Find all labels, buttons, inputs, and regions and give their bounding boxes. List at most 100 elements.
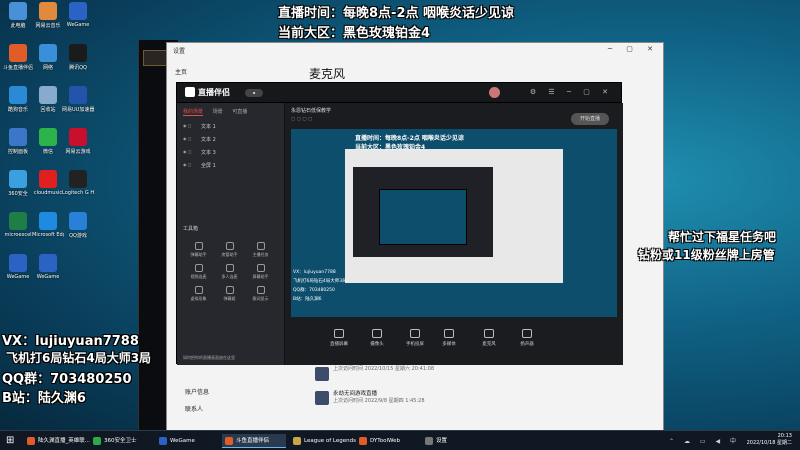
overlay-top-line2: 当前大区：黑色玫瑰铂金4: [278, 26, 431, 41]
app-icon: [69, 128, 87, 146]
taskbar-item[interactable]: 360安全卫士: [90, 434, 152, 448]
desktop-icon-label: 此电脑: [10, 23, 26, 29]
tool-button[interactable]: 主播任务: [245, 239, 276, 261]
tool-label: 房管助手: [221, 252, 238, 257]
desktop-icon-label: 网易UU加速器: [62, 107, 94, 113]
nav-account[interactable]: 账户信息: [167, 383, 227, 400]
windows-start-icon[interactable]: ⊞: [6, 435, 14, 446]
taskbar-item[interactable]: WeGame: [156, 434, 218, 448]
desktop-icon[interactable]: 此电脑: [2, 2, 34, 29]
list-item[interactable]: 上次访问时间 2022/10/15 星期六 20:41:08: [315, 365, 615, 389]
control-label: 手机投屏: [406, 342, 424, 347]
window-buttons[interactable]: ─ ▢ ✕: [608, 45, 659, 53]
desktop-icon[interactable]: Microsoft Edge: [32, 212, 64, 238]
preview-nested-preview: [379, 189, 467, 245]
desktop-icon[interactable]: cloudmusic: [32, 170, 64, 196]
titlebar-icons[interactable]: ⚙ ☰ ─ ▢ ✕: [530, 88, 613, 96]
control-button[interactable]: 麦克风: [475, 329, 503, 347]
desktop-icon-label: 控制面板: [7, 149, 28, 155]
control-icon: [410, 329, 420, 338]
tool-button[interactable]: 歌词显示: [245, 283, 276, 305]
tool-button[interactable]: 视频连麦: [183, 261, 214, 283]
tool-label: 弹幕助手: [190, 252, 207, 257]
desktop-icon-label: WeGame: [66, 22, 90, 28]
stream-preview[interactable]: 直播时间：每晚8点-2点 咽喉炎话少见谅 当前大区：黑色玫瑰铂金4 VX：luj…: [291, 129, 617, 317]
tool-button[interactable]: 弹幕姬: [214, 283, 245, 305]
overlay-right-line2: 钻粉或11级粉丝牌上房管: [638, 248, 775, 262]
control-label: 多媒体: [442, 342, 456, 347]
scene-item[interactable]: 全屏 1: [177, 159, 284, 172]
tool-icon: [225, 286, 234, 294]
desktop-icon[interactable]: 网络: [32, 44, 64, 71]
desktop-icon[interactable]: WeGame: [32, 254, 64, 280]
toolbox-grid: 弹幕助手 房管助手 主播任务视频连麦 多人连麦 屏幕助手虚拟形象 弹幕姬 歌词显示: [183, 239, 279, 305]
scene-panel: 我的场景 场景 可直播 文本 1 文本 2 文本 3 全屏 1 工具箱 弹幕助手…: [177, 103, 285, 365]
desktop-icon[interactable]: 酷狗音乐: [2, 86, 34, 113]
taskbar-item[interactable]: 陆久渊直播_英雄联...: [24, 434, 90, 448]
desktop-icon-label: Microsoft Edge: [32, 232, 64, 238]
tool-button[interactable]: 屏幕助手: [245, 261, 276, 283]
desktop-icon[interactable]: Logitech G HUB: [62, 170, 94, 196]
control-button[interactable]: 多媒体: [435, 329, 463, 347]
desktop-icon[interactable]: QQ游戏: [62, 212, 94, 239]
clock[interactable]: 20:13 2022/10/18 星期二: [747, 433, 792, 447]
desktop-icons: 此电脑 网易云音乐 WeGame 斗鱼直播伴侣 网络 腾讯QQ 酷狗音乐 回收站 网易UU加速器…: [0, 0, 100, 330]
desktop-icon-label: 网络: [42, 65, 53, 71]
desktop-icon[interactable]: 网易云游戏: [62, 128, 94, 155]
nav-contacts[interactable]: 联系人: [167, 400, 227, 417]
desktop-icon[interactable]: 腾讯QQ: [62, 44, 94, 71]
app-icon: [39, 212, 57, 230]
nav-home[interactable]: 主页: [167, 63, 207, 80]
tool-button[interactable]: 房管助手: [214, 239, 245, 261]
app-icon: [9, 212, 27, 230]
tool-button[interactable]: 多人连麦: [214, 261, 245, 283]
control-button[interactable]: 摄像头: [363, 329, 391, 347]
tab-my-scene[interactable]: 我的场景: [183, 109, 204, 116]
control-button[interactable]: 手机投屏: [401, 329, 429, 347]
scene-item[interactable]: 文本 1: [177, 120, 284, 133]
tab-live[interactable]: 可直播: [232, 109, 247, 115]
toolbox-label: 工具箱: [183, 226, 199, 232]
taskbar-item[interactable]: DYToolWeb: [356, 434, 418, 448]
taskbar-item[interactable]: 斗鱼直播伴侣: [222, 434, 286, 448]
room-info: ▢ ▢ ▢ ▢: [291, 117, 313, 122]
taskbar-item[interactable]: 设置: [422, 434, 462, 448]
preview-bz: B站：陆久渊6: [293, 297, 322, 302]
taskbar-item[interactable]: League of Legends: [290, 434, 356, 448]
desktop-icon[interactable]: 斗鱼直播伴侣: [2, 44, 34, 71]
help-link[interactable]: 如何把你的直播画面放在这里: [183, 355, 235, 361]
desktop-icon[interactable]: 网易云音乐: [32, 2, 64, 29]
control-label: 直播屏幕: [330, 342, 348, 347]
desktop-icon[interactable]: WeGame: [62, 2, 94, 28]
settings-nav[interactable]: 主页: [167, 63, 207, 80]
start-live-button[interactable]: 开始直播: [571, 113, 609, 125]
tab-scene[interactable]: 场景: [213, 109, 223, 115]
tray-icons[interactable]: ⌃ ☁ ▭ ◀ 中: [669, 436, 740, 445]
desktop-icon[interactable]: 360安全: [2, 170, 34, 197]
list-item[interactable]: 永劫无间游戏直播 上次访问时间 2022/9/8 星期四 1:45:28: [315, 389, 615, 413]
scene-item[interactable]: 文本 3: [177, 146, 284, 159]
settings-title: 设置: [173, 48, 186, 55]
preview-line1: 直播时间：每晚8点-2点 咽喉炎话少见谅: [355, 135, 464, 142]
desktop-icon[interactable]: 回收站: [32, 86, 64, 113]
broadcast-app-window[interactable]: 直播伴侣 ▪ ⚙ ☰ ─ ▢ ✕ 我的场景 场景 可直播 文本 1 文本 2 文…: [176, 82, 623, 365]
desktop-icon[interactable]: 控制面板: [2, 128, 34, 155]
control-icon: [522, 329, 532, 338]
control-button[interactable]: 直播屏幕: [325, 329, 353, 347]
avatar[interactable]: [489, 87, 500, 98]
settings-bottom-nav[interactable]: 账户信息 联系人: [167, 383, 227, 417]
control-button[interactable]: 扬声器: [513, 329, 541, 347]
control-icon: [444, 329, 454, 338]
desktop-icon[interactable]: 网易UU加速器: [62, 86, 94, 113]
tool-button[interactable]: 虚拟形象: [183, 283, 214, 305]
desktop-icon[interactable]: WeGame: [2, 254, 34, 280]
desktop-icon[interactable]: microexcel: [2, 212, 34, 238]
app-icon: [69, 2, 87, 20]
app-icon: [9, 86, 27, 104]
control-icon: [334, 329, 344, 338]
tool-button[interactable]: 弹幕助手: [183, 239, 214, 261]
desktop-icon[interactable]: 微信: [32, 128, 64, 155]
scene-item[interactable]: 文本 2: [177, 133, 284, 146]
clock-time: 20:13: [777, 433, 792, 439]
list-avatar: [315, 367, 329, 381]
